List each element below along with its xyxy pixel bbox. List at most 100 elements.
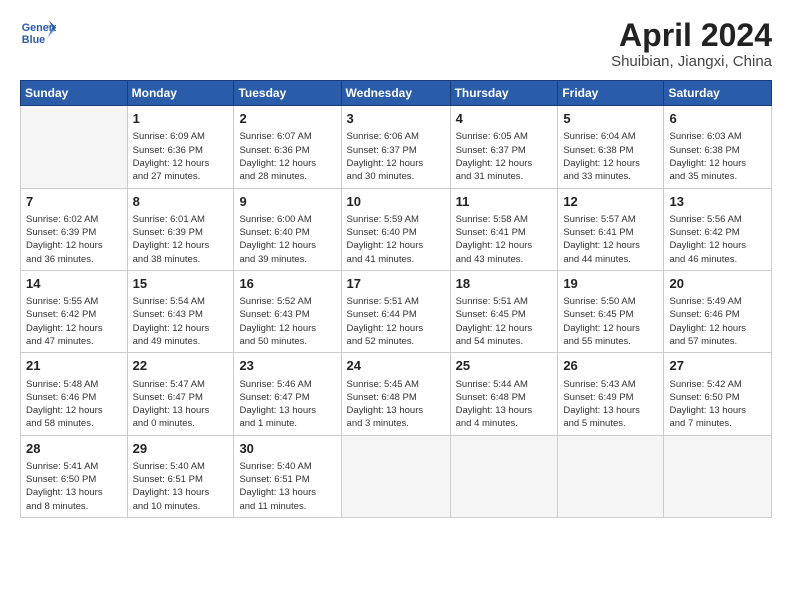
main-title: April 2024 bbox=[611, 18, 772, 53]
day-number: 20 bbox=[669, 275, 766, 293]
table-row: 2Sunrise: 6:07 AM Sunset: 6:36 PM Daylig… bbox=[234, 106, 341, 188]
header: General Blue General Blue April 2024 Shu… bbox=[20, 18, 772, 70]
day-number: 16 bbox=[239, 275, 335, 293]
table-row: 8 Sunrise: 6:01 AM Sunset: 6:39 PM Daylig… bbox=[127, 188, 234, 270]
day-number: 17 bbox=[347, 275, 445, 293]
svg-text:Blue: Blue bbox=[22, 34, 45, 46]
header-friday: Friday bbox=[558, 81, 664, 106]
day-info: Sunrise: 5:58 AM Sunset: 6:41 PM Dayligh… bbox=[456, 213, 553, 266]
table-row: 3 Sunrise: 6:06 AM Sunset: 6:37 PM Daylig… bbox=[341, 106, 450, 188]
header-thursday: Thursday bbox=[450, 81, 558, 106]
table-row: 24Sunrise: 5:45 AM Sunset: 6:48 PM Dayli… bbox=[341, 353, 450, 435]
day-number: 26 bbox=[563, 357, 658, 375]
table-row: 20 Sunrise: 5:49 AM Sunset: 6:46 PM Dayli… bbox=[664, 270, 772, 352]
calendar: Sunday Monday Tuesday Wednesday Thursday… bbox=[20, 80, 772, 518]
table-row: 11 Sunrise: 5:58 AM Sunset: 6:41 PM Dayli… bbox=[450, 188, 558, 270]
day-info: Sunrise: 5:46 AM Sunset: 6:47 PM Dayligh… bbox=[239, 378, 335, 431]
week-row-4: 21 Sunrise: 5:48 AM Sunset: 6:46 PM Dayli… bbox=[21, 353, 772, 435]
table-row: 13Sunrise: 5:56 AM Sunset: 6:42 PM Dayli… bbox=[664, 188, 772, 270]
table-row: 29Sunrise: 5:40 AM Sunset: 6:51 PM Dayli… bbox=[127, 435, 234, 517]
table-row bbox=[21, 106, 128, 188]
day-number: 14 bbox=[26, 275, 122, 293]
table-row: 26 Sunrise: 5:43 AM Sunset: 6:49 PM Dayli… bbox=[558, 353, 664, 435]
table-row: 15 Sunrise: 5:54 AM Sunset: 6:43 PM Dayli… bbox=[127, 270, 234, 352]
table-row: 27 Sunrise: 5:42 AM Sunset: 6:50 PM Dayli… bbox=[664, 353, 772, 435]
day-number: 22 bbox=[133, 357, 229, 375]
day-info: Sunrise: 6:01 AM Sunset: 6:39 PM Dayligh… bbox=[133, 213, 229, 266]
week-row-5: 28Sunrise: 5:41 AM Sunset: 6:50 PM Dayli… bbox=[21, 435, 772, 517]
day-info: Sunrise: 5:55 AM Sunset: 6:42 PM Dayligh… bbox=[26, 295, 122, 348]
day-number: 1 bbox=[133, 110, 229, 128]
day-number: 15 bbox=[133, 275, 229, 293]
logo: General Blue General Blue bbox=[20, 18, 56, 46]
day-info: Sunrise: 5:51 AM Sunset: 6:45 PM Dayligh… bbox=[456, 295, 553, 348]
day-number: 30 bbox=[239, 440, 335, 458]
table-row: 16 Sunrise: 5:52 AM Sunset: 6:43 PM Dayli… bbox=[234, 270, 341, 352]
table-row: 9 Sunrise: 6:00 AM Sunset: 6:40 PM Daylig… bbox=[234, 188, 341, 270]
day-info: Sunrise: 5:44 AM Sunset: 6:48 PM Dayligh… bbox=[456, 378, 553, 431]
day-number: 10 bbox=[347, 193, 445, 211]
table-row: 12Sunrise: 5:57 AM Sunset: 6:41 PM Dayli… bbox=[558, 188, 664, 270]
day-info: Sunrise: 6:04 AM Sunset: 6:38 PM Dayligh… bbox=[563, 130, 658, 183]
day-info: Sunrise: 6:00 AM Sunset: 6:40 PM Dayligh… bbox=[239, 213, 335, 266]
day-number: 19 bbox=[563, 275, 658, 293]
day-info: Sunrise: 5:48 AM Sunset: 6:46 PM Dayligh… bbox=[26, 378, 122, 431]
day-number: 18 bbox=[456, 275, 553, 293]
week-row-2: 7 Sunrise: 6:02 AM Sunset: 6:39 PM Daylig… bbox=[21, 188, 772, 270]
table-row: 19 Sunrise: 5:50 AM Sunset: 6:45 PM Dayli… bbox=[558, 270, 664, 352]
header-sunday: Sunday bbox=[21, 81, 128, 106]
day-number: 8 bbox=[133, 193, 229, 211]
day-info: Sunrise: 5:50 AM Sunset: 6:45 PM Dayligh… bbox=[563, 295, 658, 348]
day-info: Sunrise: 5:59 AM Sunset: 6:40 PM Dayligh… bbox=[347, 213, 445, 266]
subtitle: Shuibian, Jiangxi, China bbox=[611, 53, 772, 70]
table-row: 30 Sunrise: 5:40 AM Sunset: 6:51 PM Dayli… bbox=[234, 435, 341, 517]
day-info: Sunrise: 5:54 AM Sunset: 6:43 PM Dayligh… bbox=[133, 295, 229, 348]
day-info: Sunrise: 5:49 AM Sunset: 6:46 PM Dayligh… bbox=[669, 295, 766, 348]
table-row: 22 Sunrise: 5:47 AM Sunset: 6:47 PM Dayli… bbox=[127, 353, 234, 435]
table-row: 23Sunrise: 5:46 AM Sunset: 6:47 PM Dayli… bbox=[234, 353, 341, 435]
day-info: Sunrise: 6:03 AM Sunset: 6:38 PM Dayligh… bbox=[669, 130, 766, 183]
day-number: 4 bbox=[456, 110, 553, 128]
table-row: 1Sunrise: 6:09 AM Sunset: 6:36 PM Daylig… bbox=[127, 106, 234, 188]
day-info: Sunrise: 6:02 AM Sunset: 6:39 PM Dayligh… bbox=[26, 213, 122, 266]
day-info: Sunrise: 5:43 AM Sunset: 6:49 PM Dayligh… bbox=[563, 378, 658, 431]
table-row: 25 Sunrise: 5:44 AM Sunset: 6:48 PM Dayli… bbox=[450, 353, 558, 435]
table-row: 6 Sunrise: 6:03 AM Sunset: 6:38 PM Daylig… bbox=[664, 106, 772, 188]
table-row: 7 Sunrise: 6:02 AM Sunset: 6:39 PM Daylig… bbox=[21, 188, 128, 270]
day-number: 25 bbox=[456, 357, 553, 375]
table-row bbox=[450, 435, 558, 517]
day-number: 7 bbox=[26, 193, 122, 211]
table-row: 21 Sunrise: 5:48 AM Sunset: 6:46 PM Dayli… bbox=[21, 353, 128, 435]
table-row: 14 Sunrise: 5:55 AM Sunset: 6:42 PM Dayli… bbox=[21, 270, 128, 352]
table-row: 5 Sunrise: 6:04 AM Sunset: 6:38 PM Daylig… bbox=[558, 106, 664, 188]
day-number: 2 bbox=[239, 110, 335, 128]
day-number: 5 bbox=[563, 110, 658, 128]
day-info: Sunrise: 5:41 AM Sunset: 6:50 PM Dayligh… bbox=[26, 460, 122, 513]
day-number: 6 bbox=[669, 110, 766, 128]
day-number: 27 bbox=[669, 357, 766, 375]
table-row: 28Sunrise: 5:41 AM Sunset: 6:50 PM Dayli… bbox=[21, 435, 128, 517]
day-number: 11 bbox=[456, 193, 553, 211]
weekday-header-row: Sunday Monday Tuesday Wednesday Thursday… bbox=[21, 81, 772, 106]
day-number: 12 bbox=[563, 193, 658, 211]
day-info: Sunrise: 5:52 AM Sunset: 6:43 PM Dayligh… bbox=[239, 295, 335, 348]
day-number: 13 bbox=[669, 193, 766, 211]
day-info: Sunrise: 5:47 AM Sunset: 6:47 PM Dayligh… bbox=[133, 378, 229, 431]
week-row-3: 14 Sunrise: 5:55 AM Sunset: 6:42 PM Dayli… bbox=[21, 270, 772, 352]
day-info: Sunrise: 6:06 AM Sunset: 6:37 PM Dayligh… bbox=[347, 130, 445, 183]
table-row: 10 Sunrise: 5:59 AM Sunset: 6:40 PM Dayli… bbox=[341, 188, 450, 270]
header-wednesday: Wednesday bbox=[341, 81, 450, 106]
day-number: 9 bbox=[239, 193, 335, 211]
table-row: 4 Sunrise: 6:05 AM Sunset: 6:37 PM Daylig… bbox=[450, 106, 558, 188]
day-info: Sunrise: 5:42 AM Sunset: 6:50 PM Dayligh… bbox=[669, 378, 766, 431]
header-monday: Monday bbox=[127, 81, 234, 106]
day-number: 24 bbox=[347, 357, 445, 375]
week-row-1: 1Sunrise: 6:09 AM Sunset: 6:36 PM Daylig… bbox=[21, 106, 772, 188]
day-number: 3 bbox=[347, 110, 445, 128]
day-info: Sunrise: 5:40 AM Sunset: 6:51 PM Dayligh… bbox=[239, 460, 335, 513]
day-info: Sunrise: 5:40 AM Sunset: 6:51 PM Dayligh… bbox=[133, 460, 229, 513]
day-info: Sunrise: 6:05 AM Sunset: 6:37 PM Dayligh… bbox=[456, 130, 553, 183]
day-number: 21 bbox=[26, 357, 122, 375]
table-row bbox=[664, 435, 772, 517]
page: General Blue General Blue April 2024 Shu… bbox=[0, 0, 792, 528]
